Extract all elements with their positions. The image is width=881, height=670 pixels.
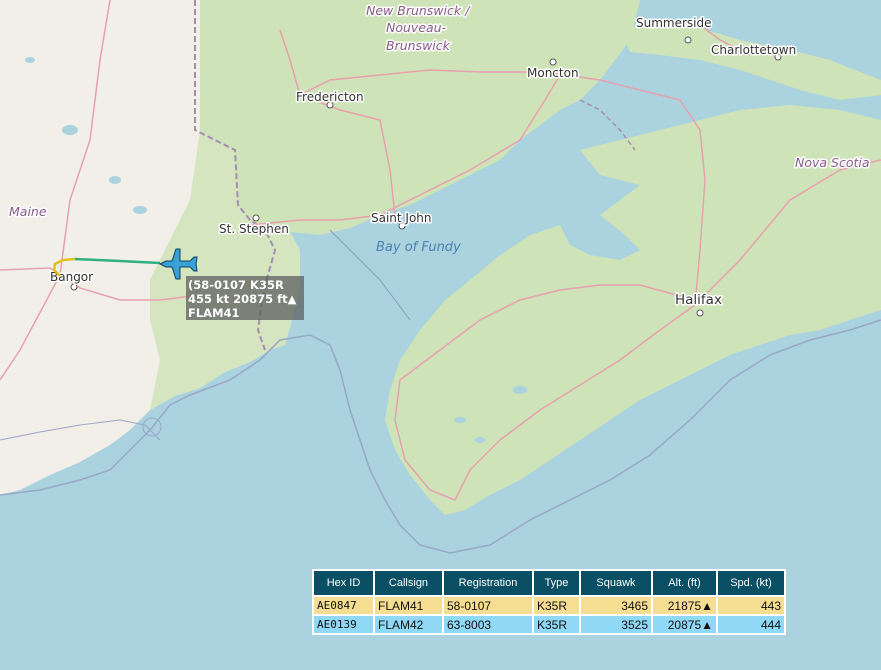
label-halifax: Halifax bbox=[675, 292, 722, 308]
cell-callsign: FLAM42 bbox=[373, 614, 444, 635]
cell-registration: 58-0107 bbox=[442, 595, 534, 616]
table-row[interactable]: AE0847 FLAM41 58-0107 K35R 3465 21875▲ 4… bbox=[312, 595, 786, 616]
label-moncton: Moncton bbox=[527, 66, 579, 80]
header-type[interactable]: Type bbox=[532, 569, 581, 597]
cell-hex: AE0847 bbox=[312, 595, 375, 616]
label-new-brunswick-2: Nouveau- bbox=[386, 20, 447, 35]
header-alt[interactable]: Alt. (ft) bbox=[651, 569, 718, 597]
cell-squawk: 3525 bbox=[579, 614, 653, 635]
table-header-row: Hex ID Callsign Registration Type Squawk… bbox=[312, 569, 786, 597]
cell-alt: 20875▲ bbox=[651, 614, 718, 635]
label-summerside: Summerside bbox=[636, 16, 712, 30]
label-new-brunswick-3: Brunswick bbox=[386, 38, 451, 53]
label-new-brunswick-1: New Brunswick / bbox=[366, 3, 471, 18]
cell-squawk: 3465 bbox=[579, 595, 653, 616]
header-squawk[interactable]: Squawk bbox=[579, 569, 653, 597]
aircraft-label-line2: 455 kt 20875 ft▲ bbox=[188, 292, 297, 306]
label-maine: Maine bbox=[9, 204, 47, 219]
aircraft-label-line1: (58-0107 K35R bbox=[188, 278, 284, 292]
label-fredericton: Fredericton bbox=[296, 90, 364, 104]
cell-spd: 444 bbox=[716, 614, 786, 635]
cell-type: K35R bbox=[532, 614, 581, 635]
cell-type: K35R bbox=[532, 595, 581, 616]
cell-hex: AE0139 bbox=[312, 614, 375, 635]
cell-callsign: FLAM41 bbox=[373, 595, 444, 616]
label-charlottetown: Charlottetown bbox=[711, 43, 796, 57]
header-callsign[interactable]: Callsign bbox=[373, 569, 444, 597]
cell-registration: 63-8003 bbox=[442, 614, 534, 635]
aircraft-label: (58-0107 K35R 455 kt 20875 ft▲ FLAM41 bbox=[186, 276, 304, 320]
header-registration[interactable]: Registration bbox=[442, 569, 534, 597]
aircraft-table: Hex ID Callsign Registration Type Squawk… bbox=[312, 569, 786, 635]
header-hex-id[interactable]: Hex ID bbox=[312, 569, 375, 597]
cell-alt: 21875▲ bbox=[651, 595, 718, 616]
label-saint-john: Saint John bbox=[371, 211, 432, 225]
label-nova-scotia: Nova Scotia bbox=[795, 155, 870, 170]
header-spd[interactable]: Spd. (kt) bbox=[716, 569, 786, 597]
label-st-stephen: St. Stephen bbox=[219, 222, 289, 236]
aircraft-label-line3: FLAM41 bbox=[188, 306, 240, 320]
table-row[interactable]: AE0139 FLAM42 63-8003 K35R 3525 20875▲ 4… bbox=[312, 614, 786, 635]
label-bay-of-fundy: Bay of Fundy bbox=[376, 240, 461, 255]
cell-spd: 443 bbox=[716, 595, 786, 616]
